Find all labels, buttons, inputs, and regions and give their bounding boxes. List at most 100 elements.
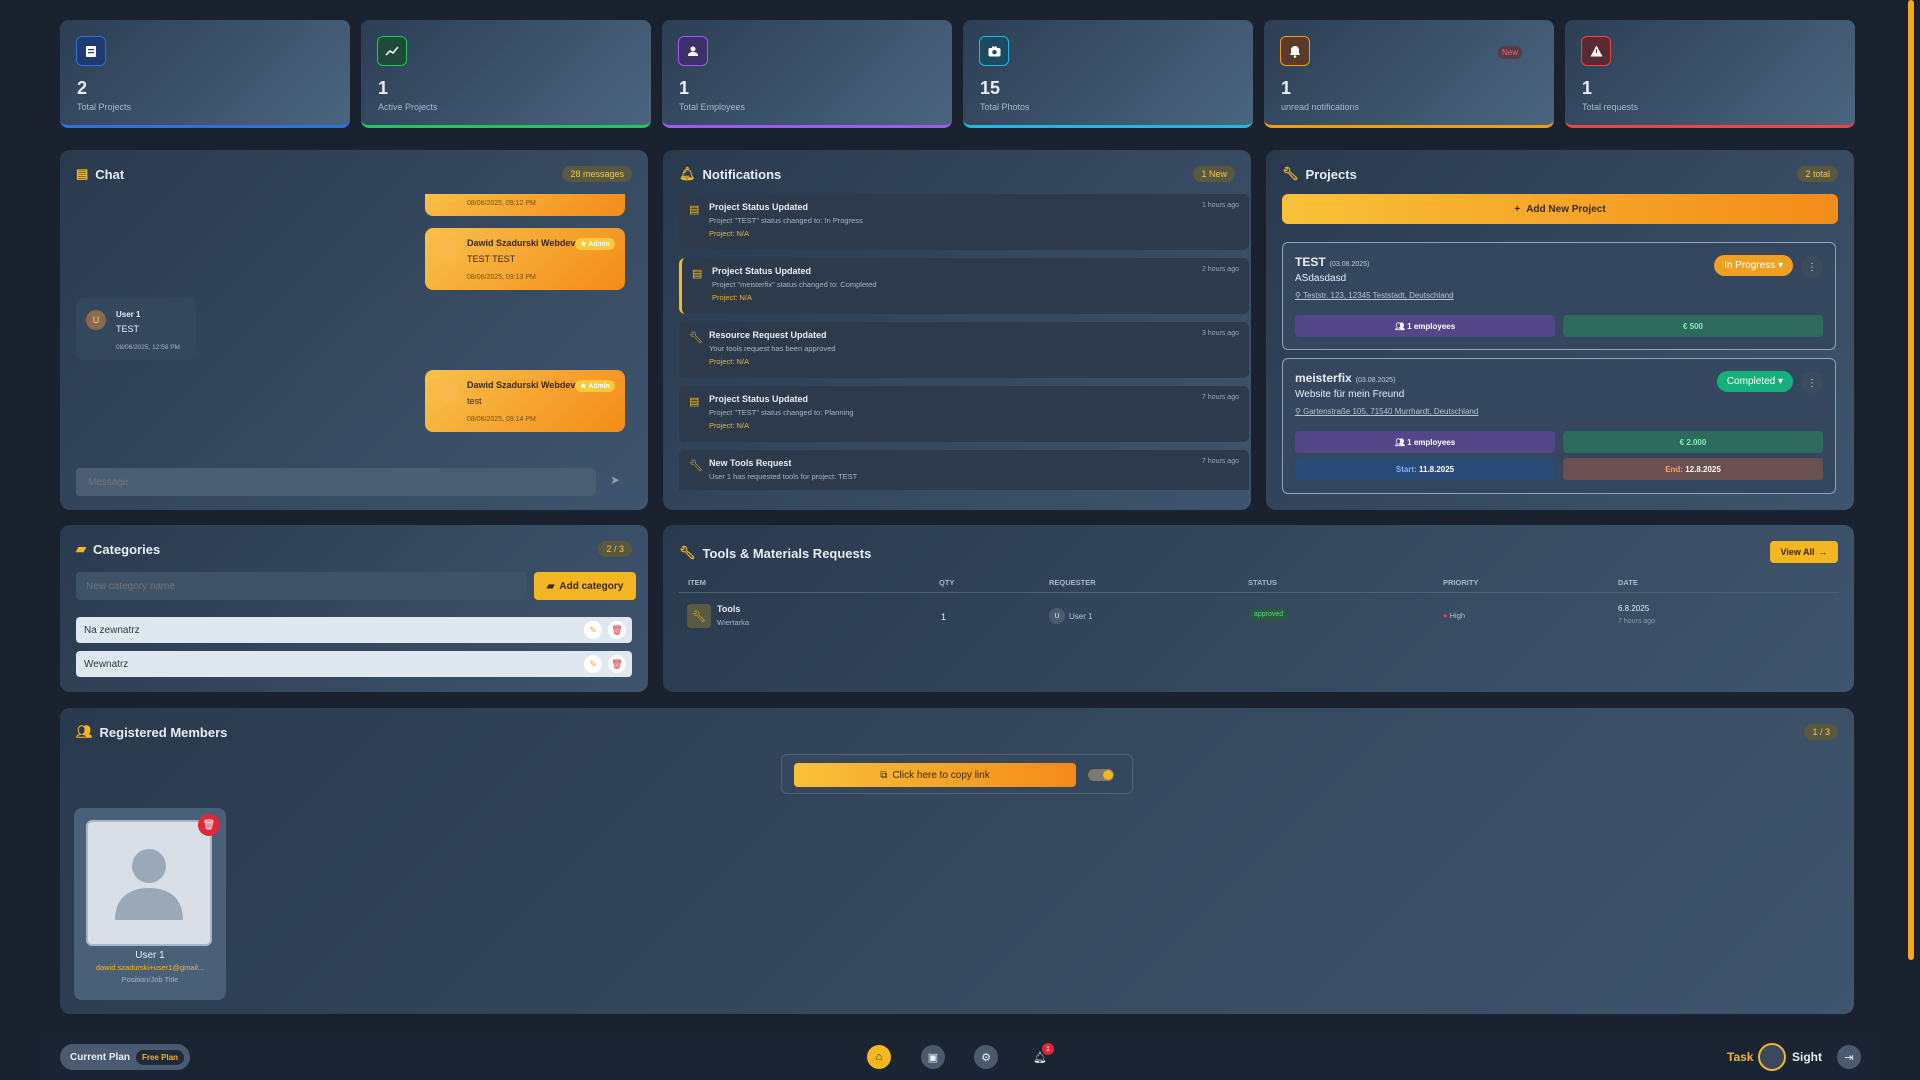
- send-icon[interactable]: ➤: [610, 473, 620, 487]
- column-header: PRIORITY: [1443, 578, 1479, 587]
- person-icon: [678, 36, 708, 66]
- status-dropdown[interactable]: Completed ▾: [1716, 371, 1793, 392]
- notification-item[interactable]: ▤ Project Status Updated Project "TEST" …: [679, 386, 1249, 442]
- notification-title: Project Status Updated: [709, 202, 809, 212]
- delete-icon[interactable]: 🗑︎: [608, 655, 626, 673]
- message-time: 08/06/2025, 09:14 PM: [467, 416, 536, 423]
- avatar: U: [1049, 608, 1065, 624]
- project-desc: Website für mein Freund: [1295, 389, 1405, 400]
- current-plan-pill[interactable]: Current Plan Free Plan: [60, 1044, 191, 1070]
- notification-title: New Tools Request: [709, 458, 792, 468]
- notification-list[interactable]: ▤ Project Status Updated Project "TEST" …: [663, 194, 1251, 490]
- request-date: 6.8.2025: [1618, 604, 1650, 613]
- person-icon: [115, 849, 183, 920]
- gallery-icon[interactable]: ▣: [921, 1045, 945, 1069]
- stat-card-total-projects[interactable]: 2 Total Projects: [60, 20, 350, 128]
- delete-icon[interactable]: 🗑︎: [608, 621, 626, 639]
- notification-item[interactable]: 🔧︎ Resource Request Updated Your tools r…: [679, 322, 1249, 378]
- stat-value: 1: [378, 78, 389, 98]
- wrench-icon: 🔧︎: [679, 545, 696, 560]
- table-row[interactable]: 🔧︎ Tools Wiertarka 1 U User 1 approved ●…: [679, 598, 1839, 636]
- stat-label: Total requests: [1582, 102, 1639, 112]
- requester-name: User 1: [1069, 612, 1093, 621]
- more-menu-icon[interactable]: ⋮: [1801, 372, 1823, 394]
- member-avatar: [86, 820, 212, 946]
- project-date: (03.08.2025): [1355, 377, 1396, 384]
- toggle-knob: [1103, 770, 1113, 780]
- priority-label: High: [1449, 611, 1466, 620]
- project-date: (03.08.2025): [1329, 261, 1370, 268]
- notification-item[interactable]: ▤ Project Status Updated Project "meiste…: [679, 258, 1249, 314]
- member-card[interactable]: 🗑︎ User 1 dawid.szadurski+user1@gmail...…: [74, 808, 226, 1000]
- add-category-button[interactable]: ▰ Add category: [534, 572, 636, 600]
- stat-value: 1: [1281, 78, 1292, 98]
- member-count-badge: 1 / 3: [1804, 724, 1838, 740]
- notification-badge: 1: [1042, 1043, 1054, 1055]
- stat-label: Active Projects: [378, 102, 438, 112]
- project-count-badge: 2 total: [1797, 166, 1838, 182]
- stat-card-total-photos[interactable]: 15 Total Photos: [963, 20, 1253, 128]
- item-name: Tools: [717, 604, 741, 614]
- bell-icon[interactable]: 🔔︎ 1: [1028, 1043, 1054, 1069]
- add-project-label: Add New Project: [1526, 203, 1606, 215]
- sender-name: User 1: [116, 310, 141, 319]
- gear-icon[interactable]: ⚙: [974, 1045, 998, 1069]
- clipboard-icon: [76, 36, 106, 66]
- edit-icon[interactable]: ✎: [584, 655, 602, 673]
- member-position: Position/Job Title: [121, 975, 179, 984]
- clipboard-icon: ▤: [689, 204, 700, 216]
- new-badge: New: [1497, 46, 1522, 59]
- message-text: test: [467, 396, 482, 406]
- notification-time: 1 hours ago: [1202, 202, 1239, 209]
- column-header: ITEM: [688, 578, 706, 587]
- project-address[interactable]: ⚲ Teststr. 123, 12345 Teststadt, Deutsch…: [1295, 291, 1454, 300]
- edit-icon[interactable]: ✎: [584, 621, 602, 639]
- admin-badge: ★ Admin: [575, 380, 615, 392]
- message-text: TEST: [116, 324, 140, 334]
- link-toggle[interactable]: [1088, 769, 1114, 781]
- category-label: Wewnatrz: [84, 659, 129, 670]
- more-menu-icon[interactable]: ⋮: [1801, 256, 1823, 278]
- view-all-button[interactable]: View All →: [1770, 541, 1838, 563]
- users-icon: 👥︎: [76, 724, 93, 739]
- page-scrollbar[interactable]: [1908, 0, 1914, 960]
- project-name: TEST (03.08.2025): [1295, 255, 1369, 269]
- sender-name: Dawid Szadurski Webdev: [467, 380, 576, 390]
- stat-card-total-requests[interactable]: 1 Total requests: [1565, 20, 1855, 128]
- notifications-header: 🔔︎ Notifications: [679, 166, 781, 182]
- stat-card-active-projects[interactable]: 1 Active Projects: [361, 20, 651, 128]
- copy-link-button[interactable]: ⧉ Click here to copy link: [794, 763, 1076, 787]
- chat-messages[interactable]: 08/06/2025, 09:12 PM Dawid Szadurski Web…: [60, 194, 648, 444]
- notifications-panel: 🔔︎ Notifications 1 New ▤ Project Status U…: [663, 150, 1251, 510]
- end-date: End: 12.8.2025: [1563, 458, 1823, 480]
- notification-item[interactable]: ▤ Project Status Updated Project "TEST" …: [679, 194, 1249, 250]
- delete-member-icon[interactable]: 🗑︎: [198, 814, 220, 836]
- brand-logo: [1758, 1043, 1786, 1071]
- status-dropdown[interactable]: In Progress ▾: [1714, 255, 1793, 276]
- stat-card-total-employees[interactable]: 1 Total Employees: [662, 20, 952, 128]
- chat-header: ▤ Chat: [76, 166, 124, 182]
- footer-bar: [40, 1030, 1876, 1080]
- logout-icon[interactable]: ⇥: [1837, 1045, 1861, 1069]
- notification-project: Project: N/A: [712, 293, 753, 302]
- clipboard-icon: ▤: [689, 396, 700, 408]
- notification-item[interactable]: 🔧︎ New Tools Request User 1 has requeste…: [679, 450, 1249, 490]
- column-header: REQUESTER: [1049, 578, 1096, 587]
- category-name-input[interactable]: [76, 572, 526, 600]
- stat-card-unread-notifications[interactable]: New 1 unread notifications: [1264, 20, 1554, 128]
- location-icon: ⚲: [1295, 407, 1304, 416]
- status-badge: approved: [1249, 609, 1289, 620]
- projects-panel: 🔧︎ Projects 2 total + Add New Project TEST…: [1266, 150, 1854, 510]
- project-address[interactable]: ⚲ Gartenstraße 105, 71540 Murrhardt, Deu…: [1295, 407, 1478, 416]
- members-panel: 👥︎ Registered Members 1 / 3 ⧉ Click here t…: [60, 708, 1854, 1014]
- notification-project: Project: N/A: [709, 421, 750, 430]
- sender-name: Dawid Szadurski Webdev: [467, 238, 576, 248]
- home-icon[interactable]: ⌂: [867, 1045, 891, 1069]
- project-card[interactable]: meisterfix (03.08.2025) Website für mein …: [1282, 358, 1836, 494]
- message-input[interactable]: [76, 468, 596, 496]
- project-card[interactable]: TEST (03.08.2025) ASdasdasd ⚲ Teststr. 12…: [1282, 242, 1836, 350]
- members-header: 👥︎ Registered Members: [76, 724, 227, 740]
- add-project-button[interactable]: + Add New Project: [1282, 194, 1838, 224]
- invite-link-box: ⧉ Click here to copy link: [781, 754, 1133, 794]
- member-name: User 1: [135, 950, 165, 961]
